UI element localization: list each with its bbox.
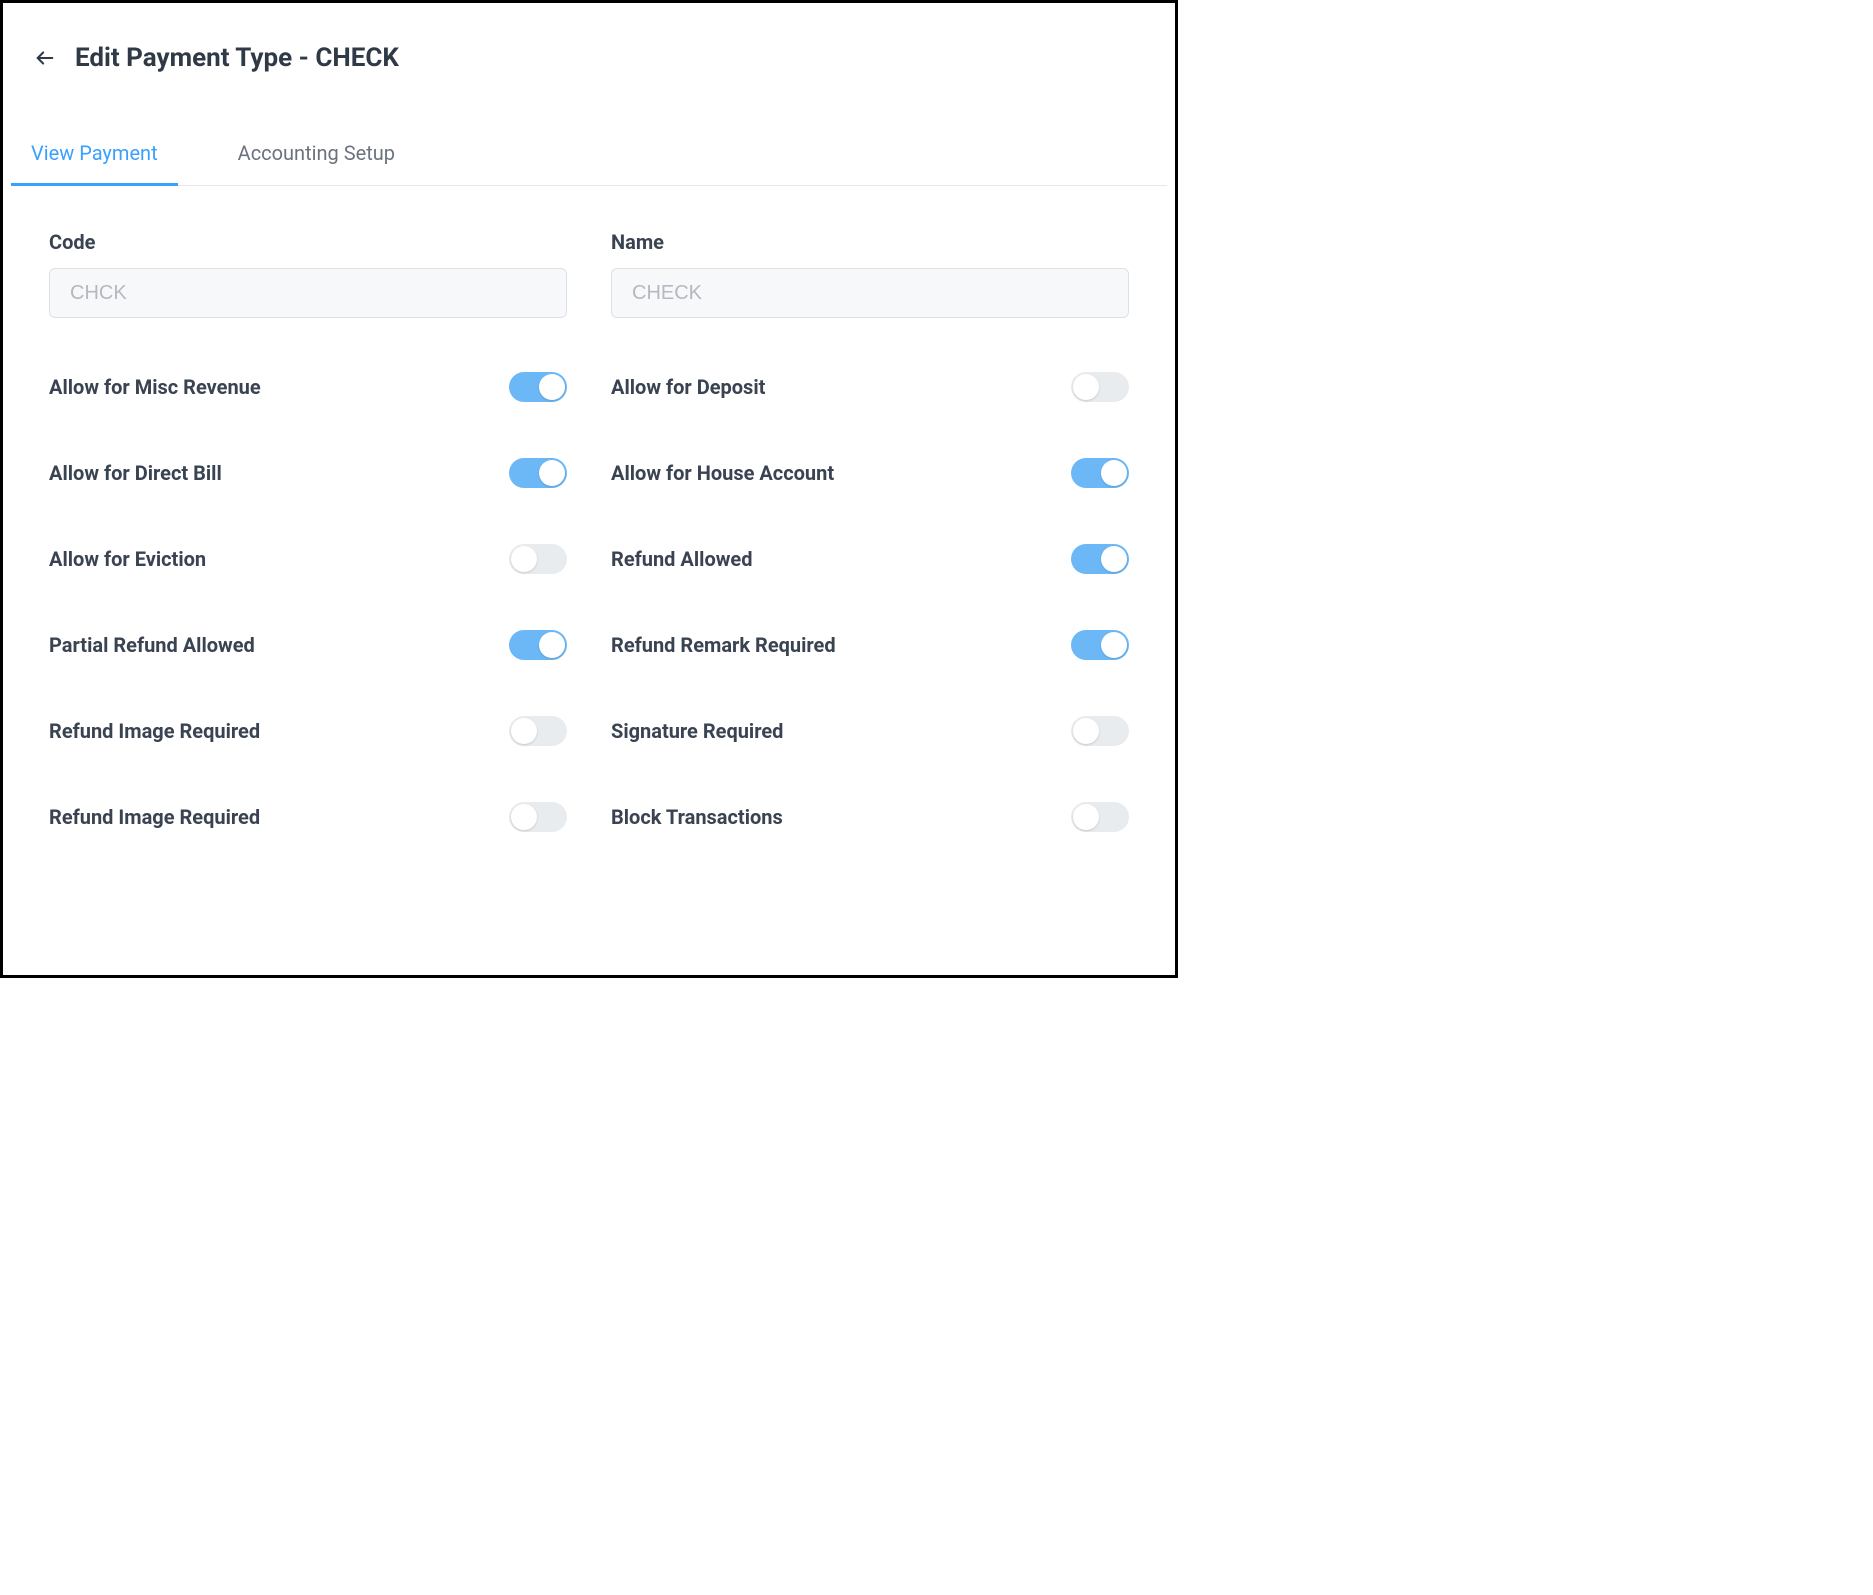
toggle-knob-icon	[539, 632, 565, 658]
toggle-grid: Allow for Misc Revenue Allow for Deposit A…	[49, 372, 1129, 832]
toggle-allow-eviction[interactable]	[509, 544, 567, 574]
toggle-row-allow-house-account: Allow for House Account	[611, 458, 1129, 488]
toggle-row-refund-remark-required: Refund Remark Required	[611, 630, 1129, 660]
toggle-row-signature-required: Signature Required	[611, 716, 1129, 746]
field-code: Code	[49, 230, 567, 318]
toggle-label-allow-direct-bill: Allow for Direct Bill	[49, 461, 222, 485]
toggle-label-allow-misc-revenue: Allow for Misc Revenue	[49, 375, 261, 399]
toggle-label-signature-required: Signature Required	[611, 719, 783, 743]
toggle-knob-icon	[1101, 546, 1127, 572]
toggle-label-allow-eviction: Allow for Eviction	[49, 547, 206, 571]
toggle-row-block-transactions: Block Transactions	[611, 802, 1129, 832]
toggle-refund-image-required-1[interactable]	[509, 716, 567, 746]
tab-view-payment[interactable]: View Payment	[11, 129, 178, 186]
tab-accounting-setup[interactable]: Accounting Setup	[218, 129, 415, 186]
toggle-label-refund-allowed: Refund Allowed	[611, 547, 752, 571]
input-row: Code Name	[49, 230, 1129, 318]
page-container: Edit Payment Type - CHECK View Payment A…	[3, 3, 1175, 832]
toggle-refund-image-required-2[interactable]	[509, 802, 567, 832]
toggle-knob-icon	[1101, 632, 1127, 658]
toggle-label-partial-refund-allowed: Partial Refund Allowed	[49, 633, 255, 657]
toggle-row-refund-image-required-2: Refund Image Required	[49, 802, 567, 832]
field-name: Name	[611, 230, 1129, 318]
page-title: Edit Payment Type - CHECK	[75, 43, 399, 73]
toggle-knob-icon	[1101, 460, 1127, 486]
toggle-knob-icon	[539, 374, 565, 400]
toggle-allow-misc-revenue[interactable]	[509, 372, 567, 402]
back-arrow-icon[interactable]	[33, 46, 57, 70]
toggle-allow-deposit[interactable]	[1071, 372, 1129, 402]
toggle-allow-house-account[interactable]	[1071, 458, 1129, 488]
page-header: Edit Payment Type - CHECK	[11, 43, 1167, 73]
toggle-label-refund-remark-required: Refund Remark Required	[611, 633, 836, 657]
toggle-knob-icon	[1073, 804, 1099, 830]
toggle-row-partial-refund-allowed: Partial Refund Allowed	[49, 630, 567, 660]
toggle-refund-allowed[interactable]	[1071, 544, 1129, 574]
toggle-row-allow-eviction: Allow for Eviction	[49, 544, 567, 574]
toggle-row-refund-allowed: Refund Allowed	[611, 544, 1129, 574]
toggle-label-refund-image-required-2: Refund Image Required	[49, 805, 260, 829]
name-label: Name	[611, 230, 1129, 254]
code-input[interactable]	[49, 268, 567, 318]
toggle-knob-icon	[511, 804, 537, 830]
toggle-row-allow-deposit: Allow for Deposit	[611, 372, 1129, 402]
toggle-knob-icon	[1073, 374, 1099, 400]
toggle-label-block-transactions: Block Transactions	[611, 805, 783, 829]
toggle-signature-required[interactable]	[1071, 716, 1129, 746]
toggle-row-allow-misc-revenue: Allow for Misc Revenue	[49, 372, 567, 402]
toggle-row-refund-image-required-1: Refund Image Required	[49, 716, 567, 746]
code-label: Code	[49, 230, 567, 254]
toggle-knob-icon	[511, 546, 537, 572]
name-input[interactable]	[611, 268, 1129, 318]
toggle-knob-icon	[539, 460, 565, 486]
toggle-refund-remark-required[interactable]	[1071, 630, 1129, 660]
toggle-row-allow-direct-bill: Allow for Direct Bill	[49, 458, 567, 488]
toggle-allow-direct-bill[interactable]	[509, 458, 567, 488]
form-area: Code Name Allow for Misc RevenueAllow fo…	[11, 186, 1167, 832]
toggle-label-refund-image-required-1: Refund Image Required	[49, 719, 260, 743]
toggle-block-transactions[interactable]	[1071, 802, 1129, 832]
toggle-label-allow-house-account: Allow for House Account	[611, 461, 834, 485]
toggle-label-allow-deposit: Allow for Deposit	[611, 375, 765, 399]
toggle-partial-refund-allowed[interactable]	[509, 630, 567, 660]
toggle-knob-icon	[1073, 718, 1099, 744]
toggle-knob-icon	[511, 718, 537, 744]
tab-bar: View Payment Accounting Setup	[11, 129, 1167, 186]
